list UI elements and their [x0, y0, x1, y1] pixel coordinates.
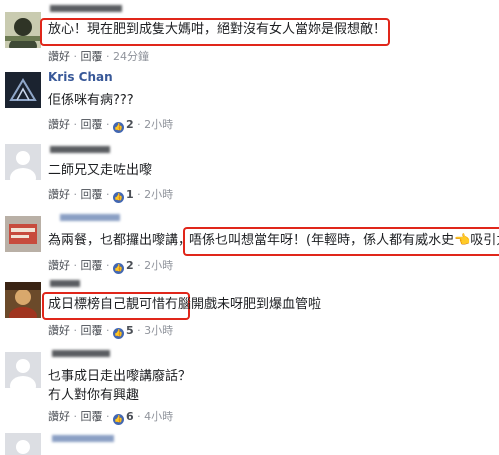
avatar[interactable]	[5, 12, 41, 48]
commenter-name-redacted	[50, 280, 80, 287]
reply-link[interactable]: 回覆	[81, 257, 103, 273]
comment-4: 為兩餐，乜都攞出嚟講， 唔係乜叫想當年呀！(年輕時，係人都有威水史👈吸引力 讚好…	[0, 208, 499, 278]
comment-6: 乜事成日走出嚟講廢話？ 冇人對你有興趣 讚好 · 回覆 · 👍 6 · 4小時	[0, 342, 499, 427]
thumbs-up-icon: 👍	[113, 122, 124, 133]
comment-3: 二師兄又走咗出嚟 讚好 · 回覆 · 👍 1 · 2小時	[0, 138, 499, 208]
commenter-name-redacted	[50, 5, 122, 12]
timestamp[interactable]: 2小時	[144, 186, 173, 202]
like-link[interactable]: 讚好	[48, 186, 70, 202]
timestamp[interactable]: 4小時	[144, 408, 173, 424]
comment-text-highlight: 唔係乜叫想當年呀！(年輕時，係人都有威水史👈吸引力	[189, 233, 499, 248]
reaction-count[interactable]: 👍 6	[113, 410, 134, 425]
reaction-count[interactable]: 👍 1	[113, 188, 134, 203]
commenter-name-redacted	[52, 350, 110, 357]
like-link[interactable]: 讚好	[48, 257, 70, 273]
timestamp[interactable]: 2小時	[144, 116, 173, 132]
thumbs-up-icon: 👍	[113, 192, 124, 203]
reply-link[interactable]: 回覆	[81, 186, 103, 202]
comment-actions: 讚好 · 回覆 · 👍 1 · 2小時	[48, 186, 174, 203]
thumbs-up-icon: 👍	[113, 328, 124, 339]
comment-actions: 讚好 · 回覆 · 👍 2 · 2小時	[48, 116, 174, 133]
comment-actions: 讚好 · 回覆 · 👍 2 · 2小時	[48, 257, 174, 274]
comment-actions: 讚好 · 回覆 · 👍 5 · 3小時	[48, 322, 174, 339]
comment-text-suffix: 開戲未呀肥到爆血管啦	[191, 297, 322, 312]
avatar[interactable]	[5, 216, 41, 252]
like-link[interactable]: 讚好	[48, 408, 70, 424]
comment-5: 成日標榜自己靚可惜冇腦 開戲未呀肥到爆血管啦 讚好 · 回覆 · 👍 5 · 3小…	[0, 278, 499, 342]
reply-link[interactable]: 回覆	[81, 322, 103, 338]
timestamp[interactable]: 2小時	[144, 257, 173, 273]
commenter-name-redacted	[50, 146, 110, 153]
comment-text-line-1: 乜事成日走出嚟講廢話？	[48, 369, 192, 384]
thumbs-up-icon: 👍	[113, 263, 124, 274]
avatar[interactable]	[5, 282, 41, 318]
commenter-name-redacted	[52, 435, 114, 442]
commenter-name-redacted	[60, 214, 120, 221]
reaction-count[interactable]: 👍 2	[113, 118, 134, 133]
reaction-count[interactable]: 👍 5	[113, 324, 134, 339]
comment-1: 放心！現在肥到成隻大媽咁，絕對沒有女人當妳是假想敵！ 讚好 · 回覆 · 24分…	[0, 0, 499, 68]
avatar[interactable]	[5, 72, 41, 108]
like-link[interactable]: 讚好	[48, 48, 70, 64]
like-link[interactable]: 讚好	[48, 322, 70, 338]
comment-actions: 讚好 · 回覆 · 👍 6 · 4小時	[48, 408, 174, 425]
reply-link[interactable]: 回覆	[81, 408, 103, 424]
commenter-name[interactable]: Kris Chan	[48, 70, 113, 84]
comment-actions: 讚好 · 回覆 · 24分鐘	[48, 48, 149, 64]
timestamp[interactable]: 3小時	[144, 322, 173, 338]
avatar-placeholder[interactable]	[5, 352, 41, 388]
comment-text: 放心！現在肥到成隻大媽咁，絕對沒有女人當妳是假想敵！	[48, 22, 387, 37]
comment-text: 佢係咪有病???	[48, 93, 134, 108]
reply-link[interactable]: 回覆	[81, 48, 103, 64]
timestamp[interactable]: 24分鐘	[113, 48, 149, 64]
reaction-count[interactable]: 👍 2	[113, 259, 134, 274]
thumbs-up-icon: 👍	[113, 414, 124, 425]
like-link[interactable]: 讚好	[48, 116, 70, 132]
comment-text-line-2: 冇人對你有興趣	[48, 388, 140, 403]
reply-link[interactable]: 回覆	[81, 116, 103, 132]
comment-2: Kris Chan 佢係咪有病??? 讚好 · 回覆 · 👍 2 · 2小時	[0, 68, 499, 138]
comment-text-prefix: 為兩餐，乜都攞出嚟講，	[48, 233, 192, 248]
comment-7-partial	[0, 427, 499, 455]
comment-text: 二師兄又走咗出嚟	[48, 163, 153, 178]
avatar-placeholder[interactable]	[5, 433, 41, 455]
comment-text-highlight: 成日標榜自己靚可惜冇腦	[48, 297, 192, 312]
avatar-placeholder[interactable]	[5, 144, 41, 180]
